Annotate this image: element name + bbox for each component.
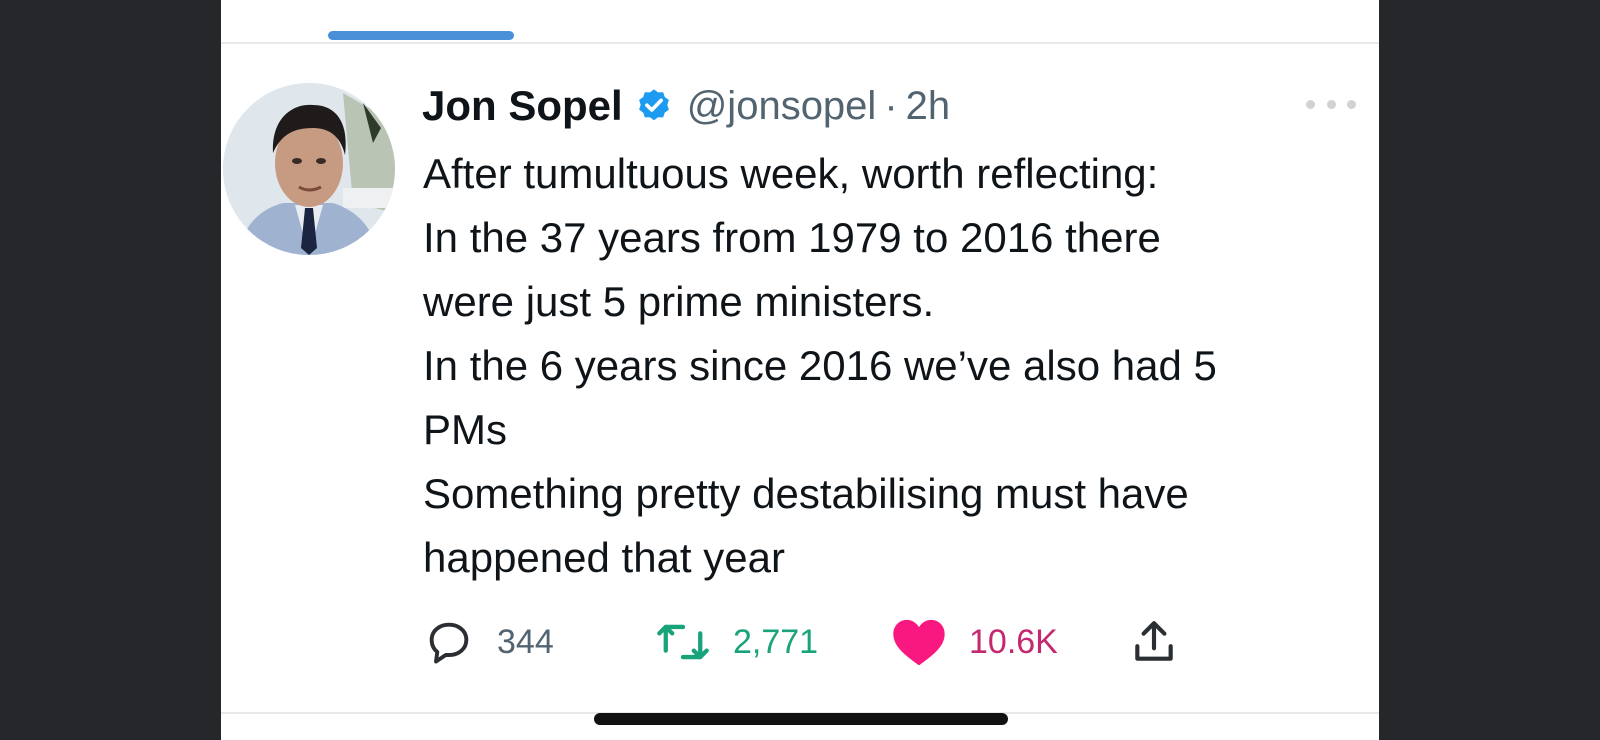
left-letterbox — [0, 0, 221, 740]
more-dot — [1347, 99, 1356, 109]
reply-button[interactable]: 344 — [423, 612, 554, 672]
tweet-line: happened that year — [423, 534, 785, 581]
avatar-photo — [223, 83, 395, 255]
tweet-line: PMs — [423, 406, 507, 453]
heart-icon — [893, 619, 945, 666]
header-separator: · — [884, 83, 898, 128]
more-dot — [1326, 99, 1336, 109]
home-indicator[interactable] — [594, 713, 1008, 725]
tweet-header: Jon Sopel @jonsopel · 2h — [422, 78, 950, 134]
author-handle[interactable]: @jonsopel — [687, 84, 877, 129]
retweet-count: 2,771 — [733, 622, 819, 661]
tweet-line: After tumultuous week, worth reflecting: — [423, 150, 1159, 197]
like-count: 10.6K — [969, 622, 1058, 661]
more-icon[interactable] — [1306, 94, 1356, 114]
like-button[interactable]: 10.6K — [891, 612, 1058, 672]
share-icon — [1135, 621, 1173, 661]
reply-icon — [429, 622, 469, 664]
tweet-line: were just 5 prime ministers. — [423, 278, 935, 325]
author-name[interactable]: Jon Sopel — [422, 82, 623, 130]
tweet-line: In the 6 years since 2016 we’ve also had… — [423, 342, 1217, 389]
reply-count: 344 — [497, 622, 554, 661]
right-letterbox — [1379, 0, 1600, 740]
tweet-text: After tumultuous week, worth reflecting:… — [423, 142, 1363, 590]
verified-badge-icon — [638, 89, 669, 121]
share-button[interactable] — [1129, 612, 1179, 672]
tweet-timestamp[interactable]: 2h — [906, 84, 951, 129]
tweet-panel: Jon Sopel @jonsopel · 2h After tumultuou… — [221, 0, 1379, 740]
tweet-line: In the 37 years from 1979 to 2016 there — [423, 214, 1161, 261]
top-divider — [221, 42, 1379, 44]
more-dot — [1306, 99, 1315, 109]
tweet-line: Something pretty destabilising must have — [423, 470, 1189, 517]
active-tab-indicator — [328, 31, 514, 40]
tweet-actions: 344 2,771 10.6K — [423, 612, 1203, 672]
retweet-button[interactable]: 2,771 — [655, 612, 818, 672]
retweet-icon — [657, 624, 709, 660]
avatar[interactable] — [223, 83, 395, 255]
